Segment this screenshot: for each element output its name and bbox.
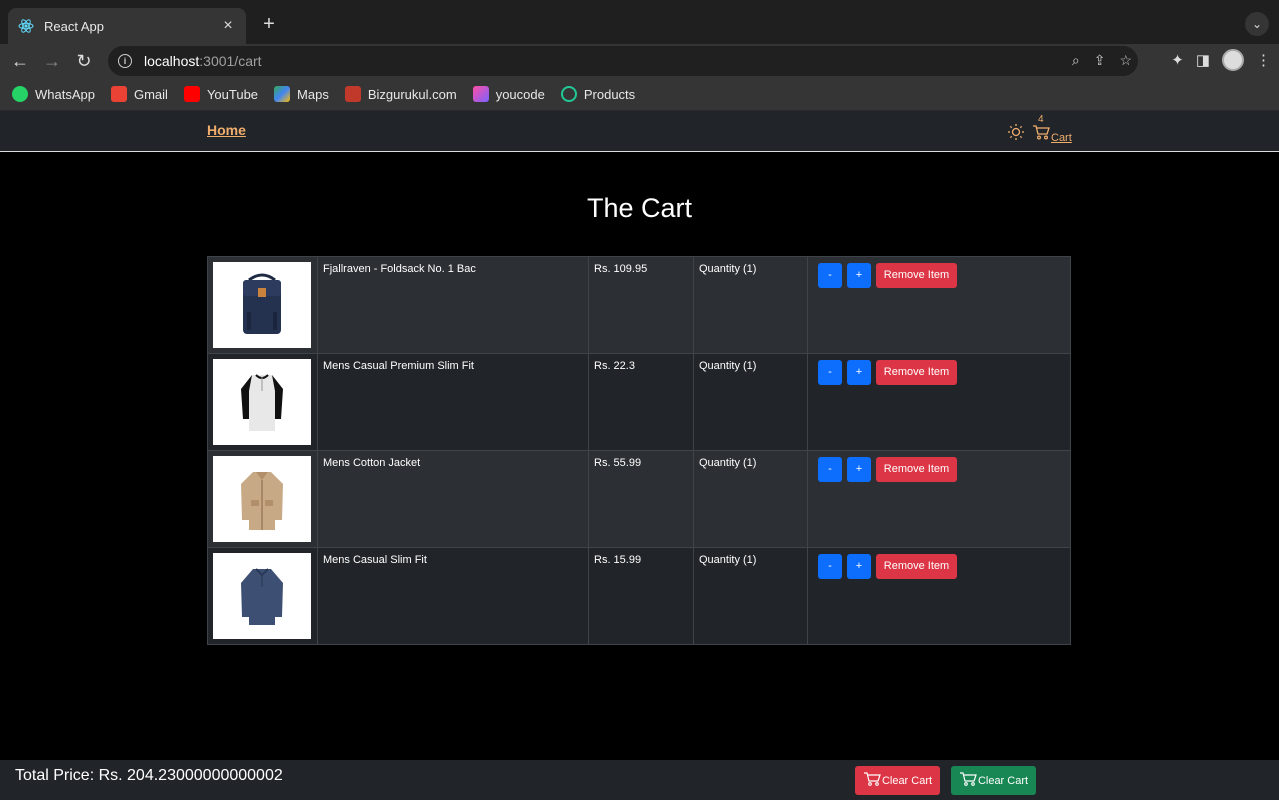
item-title: Mens Casual Premium Slim Fit bbox=[317, 353, 589, 451]
page-title: The Cart bbox=[586, 193, 693, 223]
decrease-quantity-button[interactable]: - bbox=[818, 263, 842, 288]
browser-tabstrip: React App × + ⌄ bbox=[0, 0, 1279, 44]
chevron-down-icon[interactable]: ⌄ bbox=[1245, 12, 1269, 36]
remove-item-button[interactable]: Remove Item bbox=[876, 263, 957, 288]
react-icon bbox=[18, 18, 34, 34]
bookmarks-bar: WhatsApp Gmail YouTube Maps Bizgurukul.c… bbox=[0, 78, 1279, 111]
decrease-quantity-button[interactable]: - bbox=[818, 554, 842, 579]
star-icon[interactable]: ☆ bbox=[1119, 52, 1132, 69]
item-quantity: Quantity (1) bbox=[693, 547, 808, 645]
item-price: Rs. 109.95 bbox=[588, 256, 694, 354]
total-price: Total Price: Rs. 204.23000000000002 bbox=[15, 767, 283, 784]
bookmark-products[interactable]: Products bbox=[560, 86, 635, 102]
reload-icon[interactable]: ↻ bbox=[68, 45, 100, 77]
increase-quantity-button[interactable]: + bbox=[847, 360, 871, 385]
sidebar-icon[interactable]: ◨ bbox=[1196, 51, 1210, 69]
item-price: Rs. 55.99 bbox=[588, 450, 694, 548]
home-link[interactable]: Home bbox=[207, 122, 246, 138]
info-icon[interactable]: i bbox=[118, 54, 132, 68]
browser-toolbar: ← → ↻ i localhost :3001/cart ⌕ ⇪ ☆ ✦ ◨ ⋮ bbox=[0, 44, 1279, 78]
table-row: Mens Casual Slim Fit Rs. 15.99 Quantity … bbox=[207, 547, 1071, 645]
bookmark-youtube[interactable]: YouTube bbox=[183, 86, 258, 102]
item-quantity: Quantity (1) bbox=[693, 353, 808, 451]
remove-item-button[interactable]: Remove Item bbox=[876, 457, 957, 482]
clear-cart-label: Clear Cart bbox=[977, 774, 1029, 787]
increase-quantity-button[interactable]: + bbox=[847, 554, 871, 579]
youtube-icon bbox=[183, 86, 200, 102]
clear-cart-button[interactable]: Clear Cart bbox=[855, 766, 940, 795]
cart-icon bbox=[863, 771, 881, 790]
item-title: Mens Cotton Jacket bbox=[317, 450, 589, 548]
profile-avatar[interactable] bbox=[1222, 49, 1244, 71]
address-bar[interactable]: i localhost :3001/cart ⌕ ⇪ ☆ bbox=[108, 46, 1138, 76]
product-image-tshirt bbox=[213, 359, 311, 445]
table-row: Mens Casual Premium Slim Fit Rs. 22.3 Qu… bbox=[207, 353, 1071, 451]
clear-cart-label: Clear Cart bbox=[881, 774, 933, 787]
clear-cart-button-secondary[interactable]: Clear Cart bbox=[951, 766, 1036, 795]
decrease-quantity-button[interactable]: - bbox=[818, 457, 842, 482]
item-title: Mens Casual Slim Fit bbox=[317, 547, 589, 645]
new-tab-button[interactable]: + bbox=[258, 14, 280, 36]
extensions-icon[interactable]: ✦ bbox=[1171, 51, 1184, 69]
remove-item-button[interactable]: Remove Item bbox=[876, 360, 957, 385]
tab-title: React App bbox=[44, 18, 104, 34]
products-icon bbox=[560, 86, 577, 102]
item-price: Rs. 15.99 bbox=[588, 547, 694, 645]
item-price: Rs. 22.3 bbox=[588, 353, 694, 451]
decrease-quantity-button[interactable]: - bbox=[818, 360, 842, 385]
remove-item-button[interactable]: Remove Item bbox=[876, 554, 957, 579]
maps-icon bbox=[274, 86, 291, 102]
url-host: localhost bbox=[144, 53, 200, 69]
cart-label: Cart bbox=[1051, 132, 1072, 144]
url-path: :3001/cart bbox=[199, 53, 262, 69]
bookmark-whatsapp[interactable]: WhatsApp bbox=[12, 86, 95, 102]
bookmark-youcode[interactable]: youcode bbox=[472, 86, 545, 102]
zoom-icon[interactable]: ⌕ bbox=[1072, 52, 1080, 69]
bookmark-gmail[interactable]: Gmail bbox=[110, 86, 168, 102]
share-icon[interactable]: ⇪ bbox=[1094, 52, 1106, 69]
increase-quantity-button[interactable]: + bbox=[847, 263, 871, 288]
sun-icon[interactable] bbox=[1007, 123, 1025, 141]
cart-count-badge: 4 bbox=[1038, 114, 1044, 125]
cart-footer: Total Price: Rs. 204.23000000000002 Clea… bbox=[0, 760, 1279, 800]
item-quantity: Quantity (1) bbox=[693, 450, 808, 548]
cart-icon bbox=[959, 771, 977, 790]
item-quantity: Quantity (1) bbox=[693, 256, 808, 354]
bookmark-bizgurukul[interactable]: Bizgurukul.com bbox=[344, 86, 457, 102]
app-navbar: Home 4 Cart bbox=[0, 111, 1279, 152]
youcode-icon bbox=[472, 86, 489, 102]
bizgurukul-icon bbox=[344, 86, 361, 102]
cart-table: Fjallraven - Foldsack No. 1 Bac Rs. 109.… bbox=[207, 256, 1071, 645]
increase-quantity-button[interactable]: + bbox=[847, 457, 871, 482]
back-icon[interactable]: ← bbox=[4, 45, 36, 77]
cart-link[interactable]: 4 Cart bbox=[1032, 114, 1072, 144]
item-title: Fjallraven - Foldsack No. 1 Bac bbox=[317, 256, 589, 354]
table-row: Fjallraven - Foldsack No. 1 Bac Rs. 109.… bbox=[207, 256, 1071, 354]
whatsapp-icon bbox=[12, 86, 28, 102]
close-tab-icon[interactable]: × bbox=[220, 17, 236, 35]
gmail-icon bbox=[110, 86, 127, 102]
product-image-jacket bbox=[213, 456, 311, 542]
more-menu-icon[interactable]: ⋮ bbox=[1256, 51, 1271, 69]
product-image-shirt bbox=[213, 553, 311, 639]
browser-tab[interactable]: React App × bbox=[8, 8, 246, 44]
forward-icon[interactable]: → bbox=[36, 45, 68, 77]
product-image-backpack bbox=[213, 262, 311, 348]
bookmark-maps[interactable]: Maps bbox=[274, 86, 329, 102]
table-row: Mens Cotton Jacket Rs. 55.99 Quantity (1… bbox=[207, 450, 1071, 548]
